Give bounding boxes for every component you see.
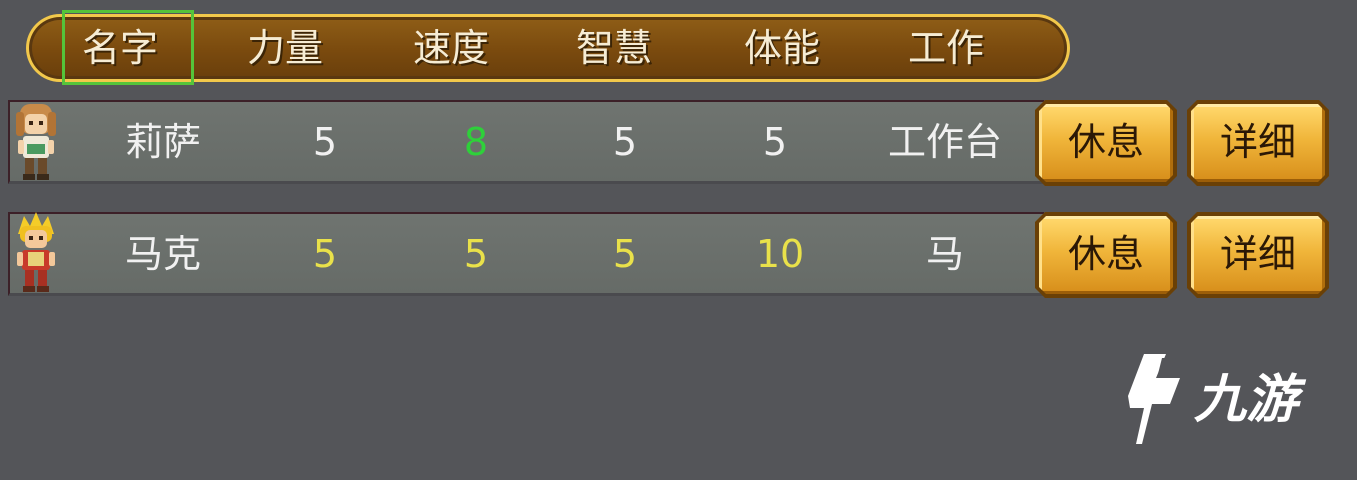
speed-value: 5 bbox=[463, 232, 489, 276]
stamina-value: 10 bbox=[755, 232, 805, 276]
speed-value: 8 bbox=[463, 120, 489, 164]
rest-button-label: 休息 bbox=[1039, 104, 1173, 182]
detail-button[interactable]: 详细 bbox=[1187, 100, 1329, 186]
wisdom-value: 5 bbox=[612, 120, 638, 164]
wisdom-value: 5 bbox=[612, 232, 638, 276]
detail-button-label: 详细 bbox=[1191, 216, 1325, 294]
stamina-value: 5 bbox=[762, 120, 788, 164]
rest-button[interactable]: 休息 bbox=[1035, 212, 1177, 298]
character-row[interactable]: 莉萨 5 8 5 5 工作台 bbox=[8, 100, 1044, 184]
column-header-stamina[interactable]: 体能 bbox=[744, 20, 820, 76]
column-header-speed[interactable]: 速度 bbox=[413, 20, 489, 76]
column-header-wisdom[interactable]: 智慧 bbox=[576, 20, 652, 76]
detail-button-label: 详细 bbox=[1191, 104, 1325, 182]
strength-value: 5 bbox=[312, 120, 338, 164]
character-row[interactable]: 马克 5 5 5 10 马 bbox=[8, 212, 1044, 296]
column-selection-highlight bbox=[62, 10, 194, 85]
job-value: 马 bbox=[925, 232, 965, 276]
job-value: 工作台 bbox=[887, 120, 1003, 164]
character-name: 莉萨 bbox=[124, 120, 202, 164]
column-header-job[interactable]: 工作 bbox=[908, 20, 984, 76]
rest-button[interactable]: 休息 bbox=[1035, 100, 1177, 186]
jiuyou-logo-icon bbox=[1128, 354, 1180, 444]
column-header-strength[interactable]: 力量 bbox=[247, 20, 323, 76]
girl-sprite-icon bbox=[16, 104, 56, 180]
rest-button-label: 休息 bbox=[1039, 216, 1173, 294]
jiuyou-watermark: 九游 bbox=[1118, 348, 1328, 448]
watermark-text: 九游 bbox=[1194, 370, 1299, 430]
character-name: 马克 bbox=[124, 232, 202, 276]
detail-button[interactable]: 详细 bbox=[1187, 212, 1329, 298]
strength-value: 5 bbox=[312, 232, 338, 276]
boy-sprite-icon bbox=[17, 212, 55, 292]
